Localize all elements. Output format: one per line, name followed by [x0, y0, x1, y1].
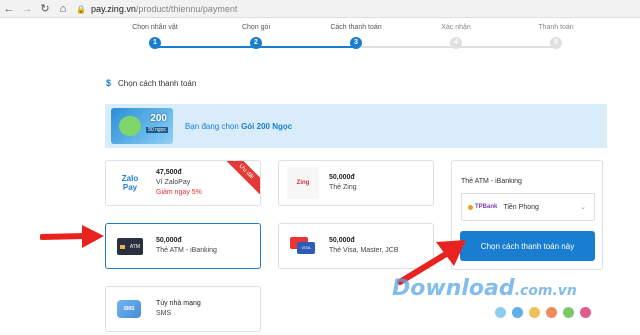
payment-info: 47,500đ Ví ZaloPay Giảm ngay 5%	[156, 168, 202, 198]
choose-payment-button[interactable]: Chọn cách thanh toán này	[460, 231, 595, 261]
lock-icon: 🔒	[76, 4, 86, 14]
zing-card-icon: Zing	[287, 167, 319, 199]
url-path: /product/thiennu/payment	[135, 4, 238, 14]
browser-toolbar: ← → ↻ ⌂ 🔒 pay.zing.vn/product/thiennu/pa…	[0, 0, 640, 18]
payment-option-atm[interactable]: ATM 50,000đ Thẻ ATM - iBanking	[105, 223, 261, 269]
payment-name: SMS	[156, 310, 172, 317]
home-icon[interactable]: ⌂	[54, 0, 72, 18]
step-confirm: Xác nhận 4	[416, 22, 496, 49]
bank-select[interactable]: TPBank Tiền Phong ⌄	[461, 193, 595, 221]
gem-icon	[119, 116, 141, 136]
step-number: 4	[450, 37, 462, 49]
watermark-dot	[512, 307, 523, 318]
arrow-right-annotation-icon	[40, 225, 104, 248]
selected-package-banner: 200 50 ngọc Bạn đang chọn Gói 200 Ngọc	[105, 104, 607, 148]
payment-amount: 50,000đ	[329, 237, 355, 244]
step-number: 5	[550, 37, 562, 49]
promo-ribbon: Ưu đãi	[220, 161, 260, 198]
step-label: Cách thanh toán	[330, 24, 382, 31]
section-heading: $ Chọn cách thanh toán	[106, 78, 196, 88]
payment-detail-panel: Thẻ ATM - iBanking TPBank Tiền Phong ⌄ C…	[451, 160, 603, 270]
watermark-dot	[529, 307, 540, 318]
visa-card: VISA	[297, 242, 315, 254]
payment-info: 50,000đ Thẻ ATM - iBanking	[156, 236, 217, 256]
section-title: Chọn cách thanh toán	[118, 78, 197, 88]
payment-amount: 50,000đ	[329, 174, 355, 181]
sms-icon: SMS	[117, 300, 141, 318]
arrow-right-icon[interactable]: →	[18, 0, 36, 18]
card-tag: 50 ngọc	[146, 127, 168, 133]
step-choose-package[interactable]: Chọn gói 2	[216, 22, 296, 49]
step-choose-character[interactable]: Chọn nhân vật 1	[115, 22, 195, 49]
watermark-suffix: .com.vn	[514, 283, 577, 299]
watermark-dot	[495, 307, 506, 318]
arrow-left-icon[interactable]: ←	[0, 0, 18, 18]
step-label: Chọn gói	[241, 24, 271, 31]
payment-option-zing[interactable]: Zing 50,000đ Thẻ Zing	[278, 160, 434, 206]
atm-logo-text: ATM	[129, 243, 140, 250]
reload-icon[interactable]: ↻	[36, 0, 54, 18]
panel-title: Thẻ ATM - iBanking	[461, 178, 522, 185]
payment-option-sms[interactable]: SMS Tùy nhà mạng SMS	[105, 286, 261, 332]
bank-name: Tiền Phong	[503, 203, 539, 211]
credit-cards-icon: VISA	[290, 237, 316, 255]
payment-amount: 50,000đ	[156, 237, 182, 244]
payment-amount: Tùy nhà mạng	[156, 300, 201, 307]
package-card-image: 200 50 ngọc	[111, 108, 173, 144]
payment-option-zalopay[interactable]: Zalo Pay 47,500đ Ví ZaloPay Giảm ngay 5%…	[105, 160, 261, 206]
step-number: 3	[350, 37, 362, 49]
watermark-dot	[563, 307, 574, 318]
payment-name: Thẻ ATM - iBanking	[156, 247, 217, 254]
payment-promo: Giảm ngay 5%	[156, 189, 202, 196]
card-chip	[120, 244, 125, 249]
banner-prefix: Bạn đang chọn	[185, 121, 239, 131]
payment-info: 50,000đ Thẻ Zing	[329, 173, 357, 193]
payment-info: 50,000đ Thẻ Visa, Master, JCB	[329, 236, 399, 256]
step-label: Chọn nhân vật	[132, 24, 178, 31]
tpbank-logo-icon: TPBank	[468, 204, 497, 210]
zalo-logo-bottom: Pay	[122, 183, 138, 192]
chevron-down-icon: ⌄	[580, 204, 586, 211]
url-host: pay.zing.vn	[90, 4, 136, 14]
step-label: Xác nhận	[441, 24, 471, 31]
payment-name: Thẻ Zing	[329, 184, 357, 191]
atm-card-icon: ATM	[117, 237, 143, 255]
watermark-dots	[495, 307, 597, 318]
banner-text: Bạn đang chọn Gói 200 Ngọc	[185, 122, 292, 131]
zalopay-logo-icon: Zalo Pay	[114, 167, 146, 199]
step-number: 1	[149, 37, 161, 49]
tpbank-dot	[468, 204, 473, 210]
watermark-dot	[546, 307, 557, 318]
step-pay: Thanh toán 5	[516, 22, 596, 49]
step-number: 2	[250, 37, 262, 49]
banner-package: Gói 200 Ngọc	[241, 121, 293, 131]
address-bar[interactable]: 🔒 pay.zing.vn/product/thiennu/payment	[76, 2, 237, 16]
step-payment-method[interactable]: Cách thanh toán 3	[316, 22, 396, 49]
download-watermark: Download.com.vn	[392, 276, 577, 301]
bank-logo-text: TPBank	[475, 204, 498, 210]
checkout-stepper: Chọn nhân vật 1 Chọn gói 2 Cách thanh to…	[0, 18, 640, 58]
watermark-text: Download	[392, 276, 515, 301]
payment-info: Tùy nhà mạng SMS	[156, 299, 201, 319]
watermark-dot	[580, 307, 591, 318]
zalo-logo-top: Zalo	[121, 174, 139, 183]
payment-name: Ví ZaloPay	[156, 179, 191, 186]
payment-amount: 47,500đ	[156, 169, 182, 176]
dollar-icon: $	[106, 78, 112, 88]
payment-name: Thẻ Visa, Master, JCB	[329, 247, 399, 254]
card-value: 200	[150, 113, 167, 124]
step-label: Thanh toán	[538, 24, 574, 31]
